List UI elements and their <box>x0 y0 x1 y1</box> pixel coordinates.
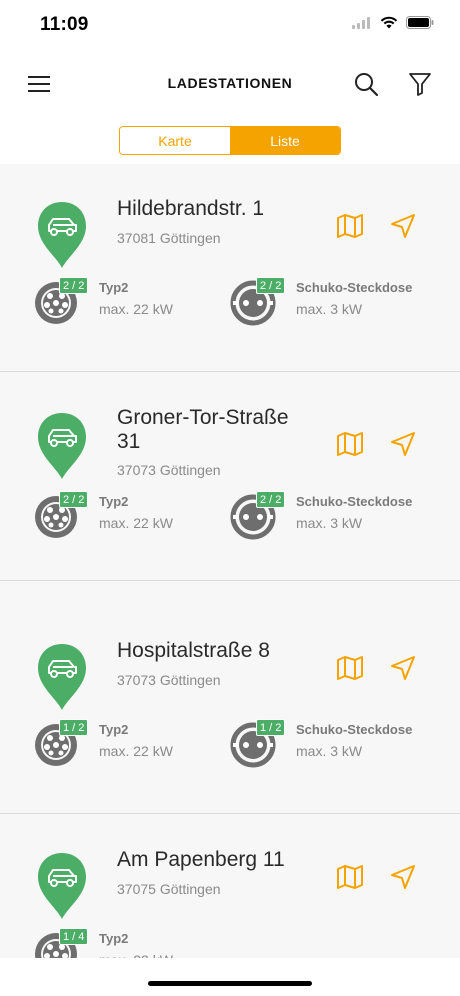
availability-badge: 2 / 2 <box>59 491 89 508</box>
status-bar: 11:09 <box>0 0 460 50</box>
connector: 2 / 2 Schuko-Steckdose max. 3 kW <box>230 491 430 540</box>
navigate-arrow-icon <box>391 656 415 680</box>
map-icon <box>337 432 363 456</box>
station-name: Hospitalstraße 8 <box>117 639 270 662</box>
station-name: Groner-Tor-Straße 31 <box>117 406 289 453</box>
station-pin <box>36 642 88 712</box>
availability-badge: 2 / 2 <box>256 277 286 294</box>
navigate-arrow-icon <box>391 214 415 238</box>
station-city: 37081 Göttingen <box>117 230 221 246</box>
car-pin-icon <box>38 853 86 919</box>
home-indicator[interactable] <box>148 981 312 986</box>
connector: 1 / 2 Typ2 max. 22 kW <box>33 719 233 768</box>
station-card[interactable]: Hildebrandstr. 1 37081 Göttingen 2 / 2 T… <box>0 164 460 372</box>
connector-power: max. 3 kW <box>296 743 363 759</box>
car-pin-icon <box>38 413 86 479</box>
show-on-map-button[interactable] <box>335 211 365 241</box>
connector: 2 / 2 Schuko-Steckdose max. 3 kW <box>230 277 430 326</box>
tab-list[interactable]: Liste <box>230 127 340 154</box>
show-on-map-button[interactable] <box>335 429 365 459</box>
station-card[interactable]: Groner-Tor-Straße 31 37073 Göttingen 2 /… <box>0 373 460 581</box>
availability-badge: 1 / 2 <box>59 719 89 736</box>
station-pin <box>36 851 88 921</box>
map-icon <box>337 656 363 680</box>
view-toggle: Karte Liste <box>119 126 341 155</box>
station-list: Hildebrandstr. 1 37081 Göttingen 2 / 2 T… <box>0 164 460 958</box>
filter-button[interactable] <box>404 68 436 100</box>
map-icon <box>337 865 363 889</box>
availability-badge: 1 / 2 <box>256 719 286 736</box>
station-name: Am Papenberg 11 <box>117 848 285 871</box>
connector-power: max. 22 kW <box>99 743 173 759</box>
navigation-bar: LADESTATIONEN <box>0 50 460 120</box>
home-area <box>0 958 460 996</box>
car-pin-icon <box>38 202 86 268</box>
station-pin <box>36 200 88 270</box>
station-city: 37073 Göttingen <box>117 672 221 688</box>
connector-power: max. 3 kW <box>296 301 363 317</box>
connector: 2 / 2 Typ2 max. 22 kW <box>33 491 233 540</box>
navigate-arrow-icon <box>391 865 415 889</box>
filter-icon <box>409 73 431 96</box>
map-icon <box>337 214 363 238</box>
availability-badge: 1 / 4 <box>59 928 89 945</box>
navigate-button[interactable] <box>388 211 418 241</box>
station-card[interactable]: Hospitalstraße 8 37073 Göttingen 1 / 2 T… <box>0 606 460 814</box>
connector-type: Typ2 <box>99 722 129 737</box>
signal-icon <box>352 16 370 29</box>
connector-type: Typ2 <box>99 280 129 295</box>
station-city: 37075 Göttingen <box>117 881 221 897</box>
connector: 2 / 2 Typ2 max. 22 kW <box>33 277 233 326</box>
connector-power: max. 22 kW <box>99 301 173 317</box>
show-on-map-button[interactable] <box>335 862 365 892</box>
connector-power: max. 3 kW <box>296 515 363 531</box>
connector: 1 / 4 Typ2 max. 22 kW <box>33 928 233 958</box>
connector-type: Schuko-Steckdose <box>296 280 413 295</box>
status-time: 11:09 <box>40 14 89 35</box>
connector: 1 / 2 Schuko-Steckdose max. 3 kW <box>230 719 430 768</box>
navigate-arrow-icon <box>391 432 415 456</box>
show-on-map-button[interactable] <box>335 653 365 683</box>
navigate-button[interactable] <box>388 862 418 892</box>
search-icon <box>355 73 379 97</box>
status-icons <box>352 16 434 29</box>
battery-icon <box>406 16 434 29</box>
availability-badge: 2 / 2 <box>59 277 89 294</box>
wifi-icon <box>380 16 398 29</box>
connector-type: Schuko-Steckdose <box>296 494 413 509</box>
car-pin-icon <box>38 644 86 710</box>
availability-badge: 2 / 2 <box>256 491 286 508</box>
navigate-button[interactable] <box>388 653 418 683</box>
station-name: Hildebrandstr. 1 <box>117 197 265 220</box>
connector-power: max. 22 kW <box>99 515 173 531</box>
navigate-button[interactable] <box>388 429 418 459</box>
station-card[interactable]: Am Papenberg 11 37075 Göttingen 1 / 4 Ty… <box>0 815 460 958</box>
page-title: LADESTATIONEN <box>167 75 293 91</box>
connector-type: Schuko-Steckdose <box>296 722 413 737</box>
station-city: 37073 Göttingen <box>117 462 221 478</box>
connector-type: Typ2 <box>99 931 129 946</box>
tab-map[interactable]: Karte <box>120 127 230 154</box>
station-pin <box>36 411 88 481</box>
connector-type: Typ2 <box>99 494 129 509</box>
search-button[interactable] <box>350 68 382 100</box>
